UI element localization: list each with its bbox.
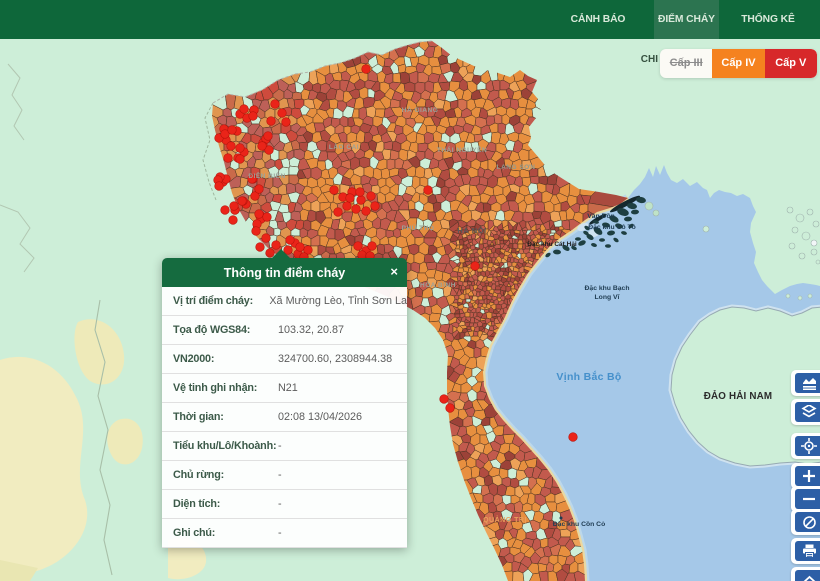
- svg-text:PHÚ THỌ: PHÚ THỌ: [402, 223, 435, 232]
- svg-text:HÒA BÌNH: HÒA BÌNH: [420, 280, 456, 289]
- svg-text:ĐẢO HẢI NAM: ĐẢO HẢI NAM: [704, 390, 773, 402]
- svg-text:Đặc khu Cồn Cỏ: Đặc khu Cồn Cỏ: [553, 519, 606, 528]
- svg-text:LẠNG SƠN: LẠNG SƠN: [497, 164, 536, 171]
- svg-text:HÀ NỘI: HÀ NỘI: [457, 226, 486, 235]
- svg-text:Đặc khu Cô Tô: Đặc khu Cô Tô: [588, 224, 636, 231]
- svg-text:LÀO CAI: LÀO CAI: [329, 142, 359, 151]
- svg-text:Đặc khu Bạch: Đặc khu Bạch: [585, 285, 630, 292]
- svg-text:Vân Đồn: Vân Đồn: [587, 211, 615, 220]
- svg-text:Long Vĩ: Long Vĩ: [595, 294, 621, 301]
- svg-text:HÀ GIANG: HÀ GIANG: [402, 105, 439, 114]
- svg-text:THÁI NGUYÊN: THÁI NGUYÊN: [437, 145, 487, 154]
- svg-text:ĐIỆN BIÊN: ĐIỆN BIÊN: [248, 171, 285, 180]
- svg-text:QUẢNG TRỊ: QUẢNG TRỊ: [483, 515, 527, 524]
- svg-text:Đặc khu Cát Hải: Đặc khu Cát Hải: [527, 241, 577, 248]
- svg-text:Vịnh Bắc Bộ: Vịnh Bắc Bộ: [556, 370, 621, 383]
